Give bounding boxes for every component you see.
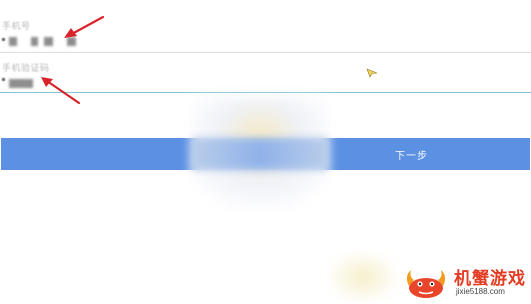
code-masked-value <box>9 78 33 88</box>
next-step-label: 下一步 <box>395 150 428 162</box>
phone-field-underline <box>0 52 531 53</box>
page: { "form": { "phone": { "label": "手机号", "… <box>0 0 531 304</box>
cursor-icon <box>366 68 378 78</box>
watermark-url: jixie5188.com <box>456 287 505 296</box>
code-field-label: 手机验证码 <box>2 63 50 73</box>
watermark: 机蟹游戏 jixie5188.com <box>402 262 530 302</box>
field-marker <box>2 38 5 41</box>
crab-logo-icon <box>406 270 446 298</box>
watermark-brand: 机蟹游戏 <box>454 269 526 289</box>
field-marker <box>2 78 5 81</box>
blurred-overlay <box>328 252 398 302</box>
annotation-arrow-icon <box>64 15 105 38</box>
annotation-arrow-icon <box>41 77 81 105</box>
blurred-overlay <box>192 138 328 170</box>
phone-field-label: 手机号 <box>2 21 31 31</box>
